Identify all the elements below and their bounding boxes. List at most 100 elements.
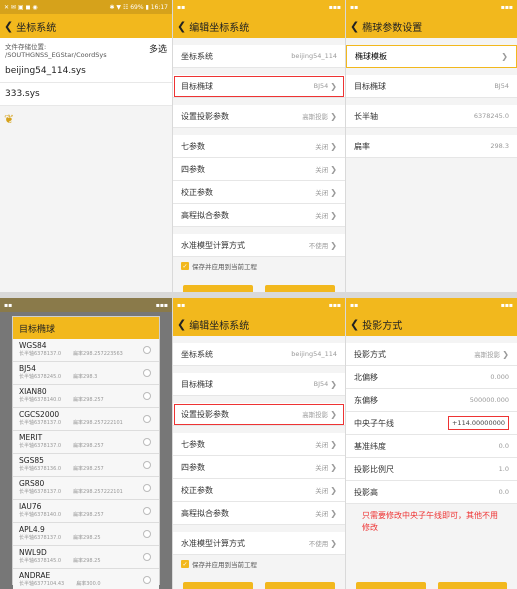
row-label: 高程拟合参数 (181, 210, 229, 220)
bottom-button[interactable] (265, 582, 335, 589)
row-height-fitting[interactable]: 高程拟合参数 关闭 ❯ (173, 502, 345, 525)
save-apply-checkbox[interactable]: ✓ 保存并应用到当前工程 (173, 555, 345, 573)
row-height-fitting[interactable]: 高程拟合参数 关闭 ❯ (173, 204, 345, 227)
radio-button[interactable] (143, 461, 151, 469)
panel-edit-coordinate-system-2: ▪▪ ▪▪▪ ❮ 编辑坐标系统 坐标系统 beijing54_114 目标椭球 BJ5… (173, 298, 345, 589)
bottom-button[interactable] (356, 582, 426, 589)
ellipsoid-name: CGCS2000 (19, 410, 60, 419)
row-projection-params[interactable]: 设置投影参数 高斯投影 ❯ (173, 403, 345, 426)
chevron-right-icon: ❯ (330, 508, 337, 518)
row-semi-major-axis[interactable]: 长半轴 6378245.0 (346, 105, 517, 128)
ellipsoid-option[interactable]: MERIT 长半轴6378137.0 扁率298.257 (13, 431, 159, 454)
ellipsoid-option[interactable]: SGS85 长半轴6378136.0 扁率298.257 (13, 454, 159, 477)
row-target-ellipsoid[interactable]: 目标椭球 BJ54 (346, 75, 517, 98)
row-label: 坐标系统 (181, 349, 213, 359)
row-label: 投影比例尺 (354, 464, 394, 474)
chevron-right-icon: ❯ (330, 141, 337, 151)
row-correction-params[interactable]: 校正参数 关闭 ❯ (173, 479, 345, 502)
ellipsoid-option[interactable]: GRS80 长半轴6378137.0 扁率298.257222101 (13, 477, 159, 500)
radio-button[interactable] (143, 392, 151, 400)
ellipsoid-option[interactable]: APL4.9 长半轴6378137.0 扁率298.25 (13, 523, 159, 546)
radio-button[interactable] (143, 576, 151, 584)
ellipsoid-option[interactable]: CGCS2000 长半轴6378137.0 扁率298.257222101 (13, 408, 159, 431)
chevron-right-icon: ❯ (330, 240, 337, 250)
chevron-right-icon: ❯ (330, 485, 337, 495)
radio-button[interactable] (143, 369, 151, 377)
ellipsoid-option[interactable]: BJ54 长半轴6378245.0 扁率298.3 (13, 362, 159, 385)
semi-major-axis: 长半轴6378137.0 (19, 443, 62, 449)
row-central-meridian[interactable]: 中央子午线 +114.00000000 (346, 412, 517, 435)
page-title: 编辑坐标系统 (189, 320, 250, 332)
radio-button[interactable] (143, 507, 151, 515)
row-four-params[interactable]: 四参数 关闭 ❯ (173, 456, 345, 479)
row-correction-params[interactable]: 校正参数 关闭 ❯ (173, 181, 345, 204)
back-arrow-icon[interactable]: ❮ (4, 20, 13, 33)
row-four-params[interactable]: 四参数 关闭 ❯ (173, 158, 345, 181)
ellipsoid-option[interactable]: IAU76 长半轴6378140.0 扁率298.257 (13, 500, 159, 523)
row-projection-params[interactable]: 设置投影参数 高斯投影 ❯ (173, 105, 345, 128)
radio-button[interactable] (143, 553, 151, 561)
row-projection-scale[interactable]: 投影比例尺 1.0 (346, 458, 517, 481)
bottom-button[interactable] (265, 285, 335, 292)
row-false-easting[interactable]: 东偏移 500000.000 (346, 389, 517, 412)
row-target-ellipsoid[interactable]: 目标椭球 BJ54 ❯ (173, 373, 345, 396)
row-level-model[interactable]: 水准模型计算方式 不使用 ❯ (173, 532, 345, 555)
storage-location: 文件存储位置: /SOUTHGNSS_EGStar/CoordSys 多选 (0, 38, 172, 60)
back-arrow-icon[interactable]: ❮ (350, 20, 359, 33)
multi-select-button[interactable]: 多选 (149, 42, 167, 55)
row-coordinate-system[interactable]: 坐标系统 beijing54_114 (173, 45, 345, 68)
back-arrow-icon[interactable]: ❮ (177, 20, 186, 33)
signal-icons: ▪▪ (350, 301, 359, 309)
flattening: 扁率298.3 (73, 374, 98, 380)
leaf-icon: ❦ (4, 112, 15, 126)
row-base-latitude[interactable]: 基准纬度 0.0 (346, 435, 517, 458)
ellipsoid-option[interactable]: NWL9D 长半轴6378145.0 扁率298.25 (13, 546, 159, 569)
row-value: 高斯投影 (302, 411, 329, 419)
row-value: 不使用 (308, 242, 329, 250)
ellipsoid-option[interactable]: ANDRAE 长半轴6377104.43 扁率300.0 (13, 569, 159, 589)
bottom-button[interactable] (183, 285, 253, 292)
row-target-ellipsoid[interactable]: 目标椭球 BJ54 ❯ (173, 75, 345, 98)
ellipsoid-template-selector[interactable]: 椭球模板 ❯ (346, 45, 517, 68)
chevron-right-icon: ❯ (330, 210, 337, 220)
ellipsoid-option[interactable]: WGS84 长半轴6378137.0 扁率298.257223563 (13, 339, 159, 362)
ellipsoid-name: MERIT (19, 433, 43, 442)
radio-button[interactable] (143, 438, 151, 446)
semi-major-axis: 长半轴6377104.43 (19, 581, 65, 587)
ellipsoid-name: BJ54 (19, 364, 36, 373)
central-meridian-input[interactable]: +114.00000000 (447, 416, 509, 430)
file-item[interactable]: 333.sys (0, 83, 172, 106)
row-value: 500000.000 (469, 396, 509, 404)
checkbox-label: 保存并应用到当前工程 (192, 263, 257, 271)
row-value: 关闭 (315, 189, 329, 197)
radio-button[interactable] (143, 484, 151, 492)
annotation-note: 只需要修改中央子午线即可，其他不用修改 (362, 511, 498, 532)
row-level-model[interactable]: 水准模型计算方式 不使用 ❯ (173, 234, 345, 257)
ellipsoid-option[interactable]: XIAN80 长半轴6378140.0 扁率298.257 (13, 385, 159, 408)
row-projection-height[interactable]: 投影高 0.0 (346, 481, 517, 504)
radio-button[interactable] (143, 415, 151, 423)
row-label: 七参数 (181, 439, 205, 449)
row-seven-params[interactable]: 七参数 关闭 ❯ (173, 135, 345, 158)
page-title: 编辑坐标系统 (189, 22, 250, 34)
back-arrow-icon[interactable]: ❮ (350, 318, 359, 331)
row-label: 投影高 (354, 487, 378, 497)
bottom-button[interactable] (437, 582, 507, 589)
file-item[interactable]: beijing54_114.sys (0, 60, 172, 83)
row-seven-params[interactable]: 七参数 关闭 ❯ (173, 433, 345, 456)
ellipsoid-name: WGS84 (19, 341, 47, 350)
row-label: 长半轴 (354, 111, 378, 121)
radio-button[interactable] (143, 346, 151, 354)
row-value: BJ54 (494, 82, 509, 90)
row-flattening[interactable]: 扁率 298.3 (346, 135, 517, 158)
status-bar: ▪▪ ▪▪▪ (173, 0, 345, 14)
row-false-northing[interactable]: 北偏移 0.000 (346, 366, 517, 389)
row-projection-method[interactable]: 投影方式 高斯投影 ❯ (346, 343, 517, 366)
back-arrow-icon[interactable]: ❮ (177, 318, 186, 331)
status-bar: ▪▪ ▪▪▪ (346, 0, 517, 14)
save-apply-checkbox[interactable]: ✓ 保存并应用到当前工程 (173, 257, 345, 275)
app-header: ❮ 投影方式 (346, 312, 517, 336)
bottom-button[interactable] (183, 582, 253, 589)
row-coordinate-system[interactable]: 坐标系统 beijing54_114 (173, 343, 345, 366)
radio-button[interactable] (143, 530, 151, 538)
